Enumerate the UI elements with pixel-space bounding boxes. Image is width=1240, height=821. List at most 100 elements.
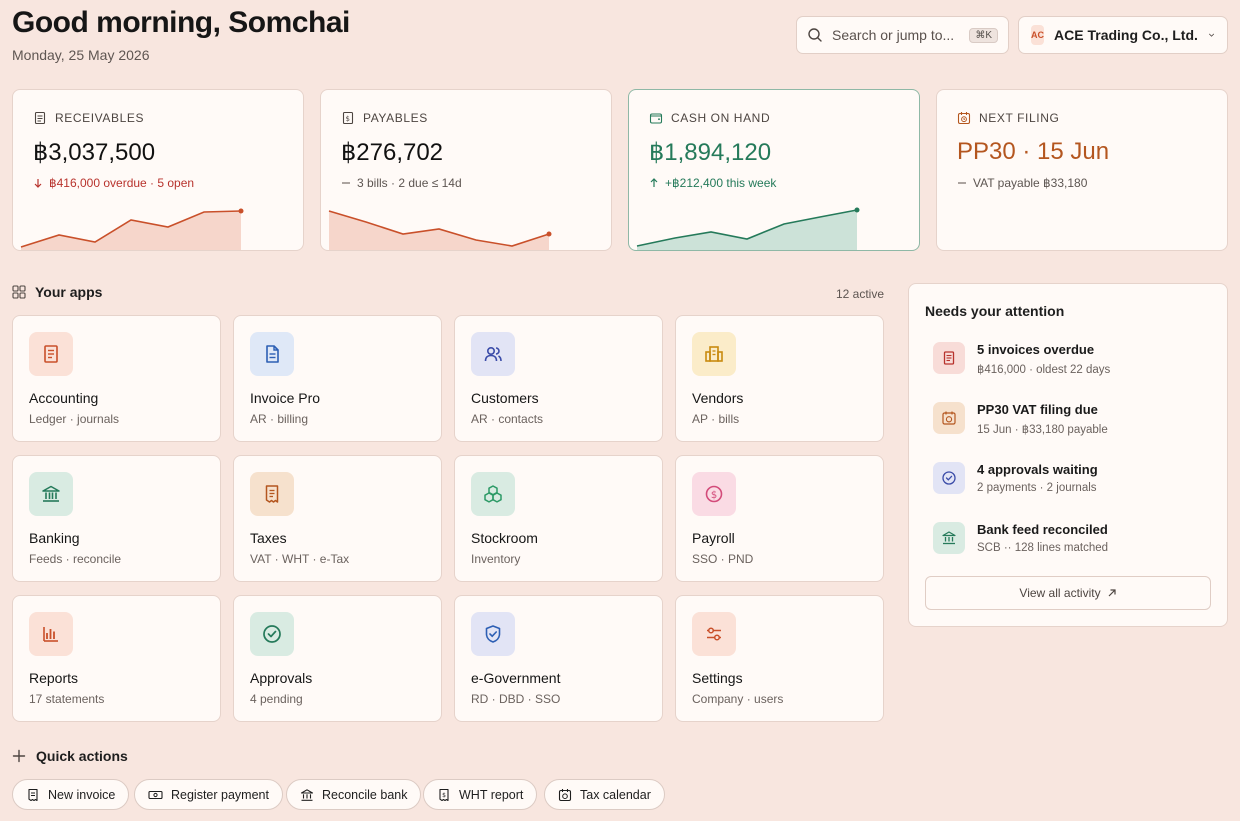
kpi-payables[interactable]: $ PAYABLES ฿276,702 3 bills · 2 due ≤ 14… xyxy=(320,89,612,251)
dash-icon xyxy=(958,182,966,184)
attention-item-invoices[interactable]: 5 invoices overdue ฿416,000 · oldest 22 … xyxy=(933,342,1213,382)
attention-item-approvals[interactable]: 4 approvals waiting 2 payments · 2 journ… xyxy=(933,462,1213,502)
company-name: ACE Trading Co., Ltd. xyxy=(1054,27,1198,43)
receipt-icon xyxy=(250,472,294,516)
date-subtitle: Monday, 25 May 2026 xyxy=(12,47,150,63)
dash-icon xyxy=(342,182,350,184)
kpi-next-filing[interactable]: NEXT FILING PP30 · 15 Jun VAT payable ฿3… xyxy=(936,89,1228,251)
attention-panel: Needs your attention 5 invoices overdue … xyxy=(908,283,1228,627)
kpi-label: PAYABLES xyxy=(363,111,428,125)
app-name: Stockroom xyxy=(471,530,538,546)
app-desc: 4 pending xyxy=(250,692,303,706)
kpi-sub: VAT payable ฿33,180 xyxy=(973,176,1088,190)
invoice-icon xyxy=(933,342,965,374)
chip-label: WHT report xyxy=(459,787,524,802)
wallet-icon xyxy=(649,113,663,124)
app-approvals[interactable]: Approvals 4 pending xyxy=(233,595,442,722)
bank-icon xyxy=(933,522,965,554)
receipt-icon xyxy=(28,788,38,801)
app-e-government[interactable]: e-Government RD · DBD · SSO xyxy=(454,595,663,722)
reconcile-bank-button[interactable]: Reconcile bank xyxy=(286,779,422,810)
app-reports[interactable]: Reports 17 statements xyxy=(12,595,221,722)
app-taxes[interactable]: Taxes VAT · WHT · e-Tax xyxy=(233,455,442,582)
app-banking[interactable]: Banking Feeds · reconcile xyxy=(12,455,221,582)
apps-heading: Your apps xyxy=(12,284,102,300)
chip-label: New invoice xyxy=(48,787,116,802)
dollar-circle-icon: $ xyxy=(692,472,736,516)
kpi-sub: ฿416,000 overdue · 5 open xyxy=(49,176,195,190)
app-stockroom[interactable]: Stockroom Inventory xyxy=(454,455,663,582)
calendar-clock-icon xyxy=(933,402,965,434)
app-accounting[interactable]: Accounting Ledger · journals xyxy=(12,315,221,442)
wht-report-button[interactable]: $ WHT report xyxy=(423,779,538,810)
app-desc: Inventory xyxy=(471,552,521,566)
cash-sparkline xyxy=(636,207,860,250)
company-switcher[interactable]: AC ACE Trading Co., Ltd. xyxy=(1018,16,1228,54)
app-customers[interactable]: Customers AR · contacts xyxy=(454,315,663,442)
search-placeholder: Search or jump to... xyxy=(832,27,955,43)
app-name: Customers xyxy=(471,390,539,406)
chip-label: Tax calendar xyxy=(580,787,651,802)
attention-sub: 2 payments · 2 journals xyxy=(977,482,1097,494)
attention-title: 4 approvals waiting xyxy=(977,462,1098,477)
attention-item-pp30[interactable]: PP30 VAT filing due 15 Jun · ฿33,180 pay… xyxy=(933,402,1213,442)
kpi-cash-on-hand[interactable]: CASH ON HAND ฿1,894,120 +฿212,400 this w… xyxy=(628,89,920,251)
attention-sub: 15 Jun · ฿33,180 payable xyxy=(977,424,1108,436)
app-name: Vendors xyxy=(692,390,744,406)
app-settings[interactable]: Settings Company · users xyxy=(675,595,884,722)
bank-icon xyxy=(29,472,73,516)
bank-icon xyxy=(300,788,314,801)
tax-calendar-button[interactable]: Tax calendar xyxy=(544,779,665,810)
attention-item-bank-feed[interactable]: Bank feed reconciled SCB ·· 128 lines ma… xyxy=(933,522,1213,562)
quick-actions-heading: Quick actions xyxy=(12,748,128,764)
kpi-label: RECEIVABLES xyxy=(55,111,145,125)
app-name: Approvals xyxy=(250,670,313,686)
register-payment-button[interactable]: Register payment xyxy=(134,779,283,810)
plus-icon xyxy=(12,749,26,763)
dollar-doc-icon: $ xyxy=(342,111,354,125)
app-name: Payroll xyxy=(692,530,735,546)
arrow-up-icon xyxy=(650,178,658,187)
arrow-down-icon xyxy=(34,179,42,188)
app-desc: AR · contacts xyxy=(471,412,544,426)
page-title: Good morning, Somchai xyxy=(12,6,350,39)
app-name: Reports xyxy=(29,670,79,686)
kpi-receivables[interactable]: RECEIVABLES ฿3,037,500 ฿416,000 overdue … xyxy=(12,89,304,251)
kpi-value: ฿3,037,500 xyxy=(33,139,156,166)
apps-count: 12 active xyxy=(835,287,884,301)
bar-chart-icon xyxy=(29,612,73,656)
app-vendors[interactable]: Vendors AP · bills xyxy=(675,315,884,442)
building-icon xyxy=(692,332,736,376)
new-invoice-button[interactable]: New invoice xyxy=(12,779,130,810)
view-all-activity-button[interactable]: View all activity xyxy=(925,576,1211,610)
app-name: e-Government xyxy=(471,670,561,686)
payables-sparkline xyxy=(328,210,552,250)
grid-icon xyxy=(12,285,26,299)
app-name: Settings xyxy=(692,670,743,686)
search-box[interactable]: Search or jump to... ⌘K xyxy=(796,16,1009,54)
attention-sub: SCB ·· 128 lines matched xyxy=(977,542,1109,554)
sliders-icon xyxy=(692,612,736,656)
check-circle-icon xyxy=(933,462,965,494)
svg-text:$: $ xyxy=(345,115,350,123)
app-desc: RD · DBD · SSO xyxy=(471,692,561,706)
kpi-value: PP30 · 15 Jun xyxy=(957,138,1110,165)
kpi-label: CASH ON HAND xyxy=(671,111,771,125)
shield-icon xyxy=(471,612,515,656)
app-desc: Ledger · journals xyxy=(29,412,120,426)
app-invoice-pro[interactable]: Invoice Pro AR · billing xyxy=(233,315,442,442)
app-name: Banking xyxy=(29,530,80,546)
kpi-value: ฿276,702 xyxy=(341,139,444,166)
document-icon xyxy=(250,332,294,376)
boxes-icon xyxy=(471,472,515,516)
search-icon xyxy=(808,28,822,42)
svg-text:$: $ xyxy=(711,490,717,501)
apps-heading-label: Your apps xyxy=(35,284,103,300)
svg-text:$: $ xyxy=(442,792,446,799)
app-desc: AR · billing xyxy=(250,412,309,426)
cash-icon xyxy=(148,790,163,799)
attention-title: PP30 VAT filing due xyxy=(977,402,1098,417)
chip-label: Reconcile bank xyxy=(322,787,408,802)
app-payroll[interactable]: $ Payroll SSO · PND xyxy=(675,455,884,582)
ledger-icon xyxy=(29,332,73,376)
